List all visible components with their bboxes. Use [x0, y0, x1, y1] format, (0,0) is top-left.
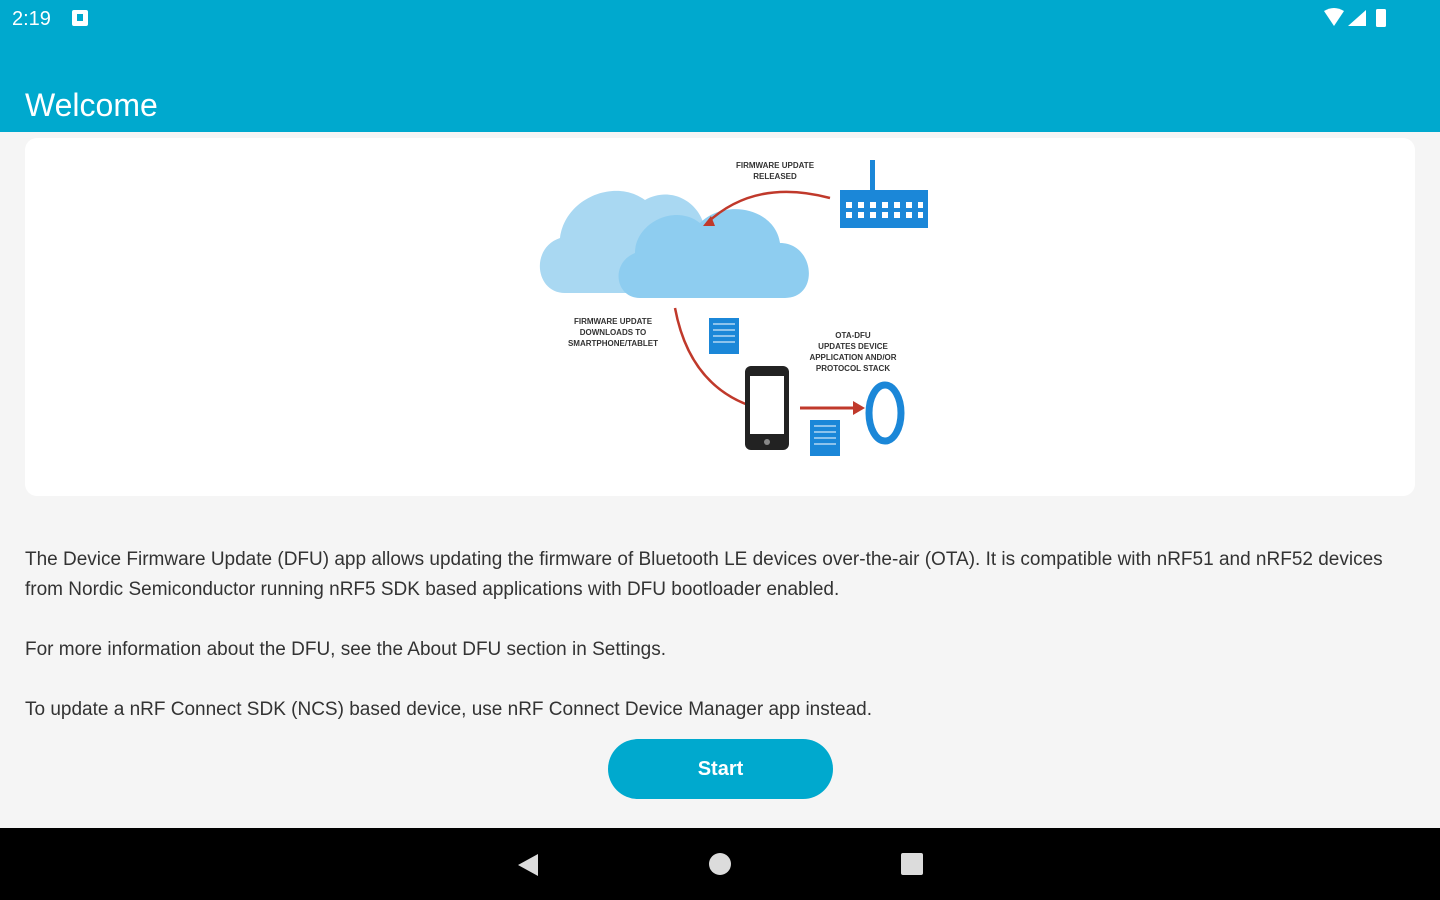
- home-icon[interactable]: [700, 844, 740, 884]
- wifi-icon: [1324, 8, 1344, 26]
- battery-icon: [1376, 9, 1386, 27]
- illustration-label-released-2: RELEASED: [753, 172, 797, 181]
- illustration-label-download-2: DOWNLOADS TO: [580, 328, 647, 337]
- document-icon: [810, 420, 840, 456]
- status-time: 2:19: [12, 8, 51, 30]
- notification-icon: [72, 10, 88, 26]
- recents-icon[interactable]: [892, 844, 932, 884]
- document-icon: [709, 318, 739, 354]
- wearable-ring-icon: [865, 381, 905, 445]
- illustration-label-download-1: FIRMWARE UPDATE: [574, 317, 653, 326]
- status-bar: 2:19: [0, 0, 1440, 40]
- navigation-bar: [0, 828, 1440, 900]
- dfu-illustration: FIRMWARE UPDATE RELEASED FIRMWARE UPDATE…: [539, 160, 928, 456]
- smartphone-icon: [745, 366, 789, 450]
- back-icon[interactable]: [508, 844, 548, 884]
- factory-icon: [840, 160, 928, 228]
- page-title: Welcome: [25, 87, 158, 124]
- illustration-label-ota-1: OTA-DFU: [835, 331, 871, 340]
- ncs-info-paragraph: To update a nRF Connect SDK (NCS) based …: [25, 699, 873, 720]
- illustration-label-ota-2: UPDATES DEVICE: [818, 342, 888, 351]
- description-paragraph: The Device Firmware Update (DFU) app all…: [25, 549, 1383, 600]
- illustration-label-download-3: SMARTPHONE/TABLET: [568, 339, 658, 348]
- start-button[interactable]: Start: [608, 739, 833, 799]
- illustration-label-ota-3: APPLICATION AND/OR: [809, 353, 896, 362]
- cell-signal-icon: [1348, 10, 1366, 26]
- illustration-label-ota-4: PROTOCOL STACK: [816, 364, 890, 373]
- illustration-label-released-1: FIRMWARE UPDATE: [736, 161, 815, 170]
- illustration-card: FIRMWARE UPDATE RELEASED FIRMWARE UPDATE…: [25, 138, 1415, 496]
- app-bar: 2:19 Welcome: [0, 0, 1440, 132]
- settings-info-paragraph: For more information about the DFU, see …: [25, 639, 667, 660]
- cloud-icon: [539, 190, 809, 298]
- status-icons: [1324, 8, 1386, 27]
